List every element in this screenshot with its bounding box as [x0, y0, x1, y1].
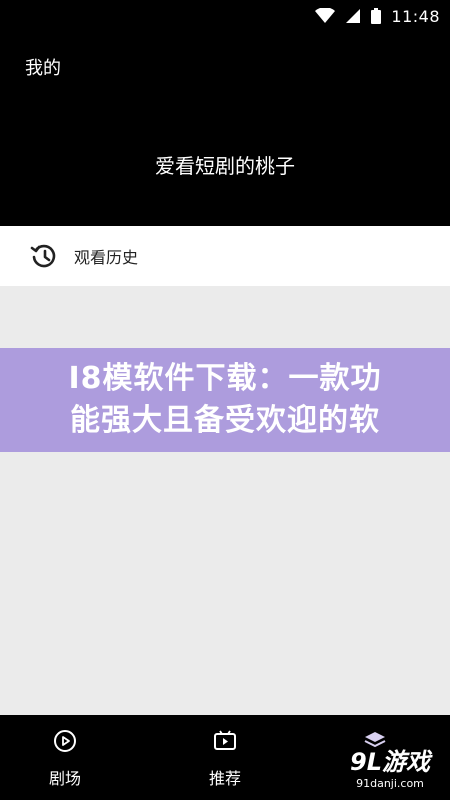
nav-label-theater: 剧场 [48, 769, 81, 788]
nav-item-theater[interactable]: 剧场 [20, 715, 110, 800]
nav-item-recommend[interactable]: 推荐 [180, 715, 270, 800]
watch-history-row[interactable]: 观看历史 [0, 226, 450, 286]
overlay-banner: I8模软件下载：一款功 能强大且备受欢迎的软 [0, 348, 450, 452]
watermark-site: 91danji.com [356, 777, 424, 790]
signal-icon [346, 9, 361, 23]
nav-label-recommend: 推荐 [208, 769, 241, 788]
watermark-logo: 9L游戏 [350, 748, 430, 776]
banner-line-1: I8模软件下载：一款功 [68, 361, 382, 396]
watermark: 9L游戏 91danji.com [340, 733, 440, 793]
wifi-icon [315, 8, 336, 23]
watch-history-label: 观看历史 [74, 248, 139, 267]
banner-line-2: 能强大且备受欢迎的软 [70, 403, 380, 438]
play-circle-icon [54, 730, 76, 752]
profile-header: 我的 爱看短剧的桃子 [0, 32, 450, 226]
battery-icon [371, 8, 382, 24]
page-title: 我的 [25, 58, 61, 79]
status-bar: 11:48 [0, 0, 450, 32]
status-time: 11:48 [391, 6, 440, 26]
username[interactable]: 爱看短剧的桃子 [0, 150, 450, 179]
history-icon [30, 244, 56, 268]
video-icon [214, 730, 236, 750]
